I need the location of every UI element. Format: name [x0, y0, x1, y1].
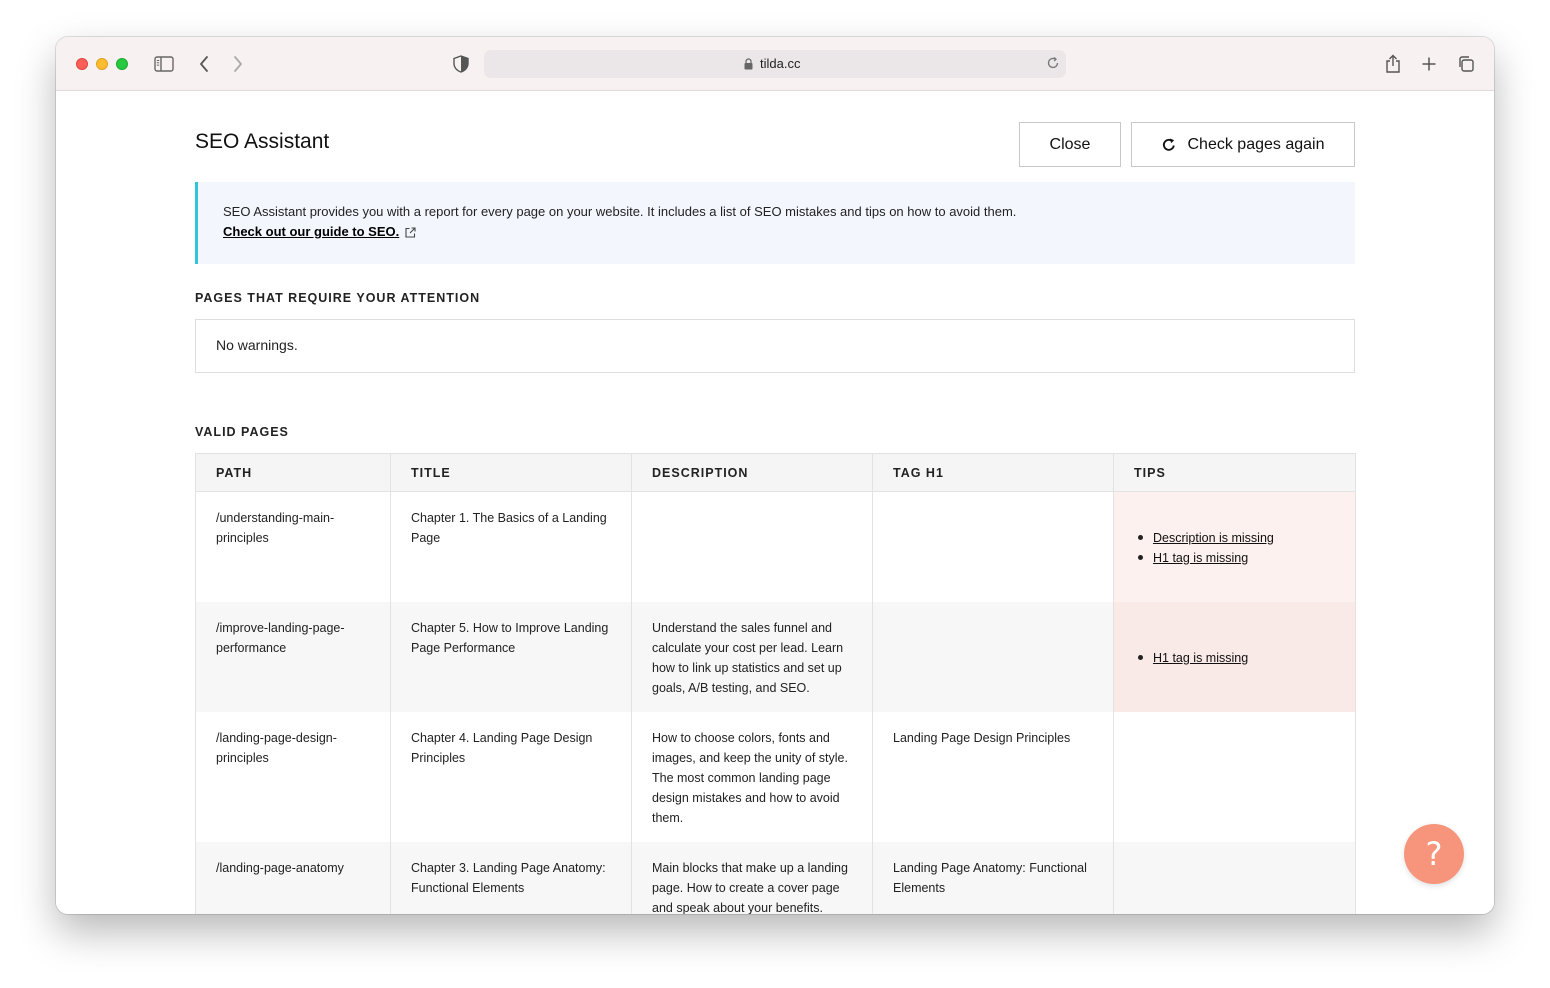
- tips-cell: [1113, 711, 1356, 842]
- attention-section-label: PAGES THAT REQUIRE YOUR ATTENTION: [195, 291, 481, 305]
- browser-toolbar: tilda.cc: [56, 37, 1494, 91]
- path-cell: /landing-page-design-principles: [195, 711, 391, 842]
- back-icon[interactable]: [192, 52, 216, 76]
- table-row: /landing-page-design-principles Chapter …: [195, 711, 1356, 842]
- h1-cell: [872, 601, 1114, 712]
- tab-overview-icon[interactable]: [1454, 52, 1478, 76]
- reload-icon[interactable]: [1046, 56, 1060, 75]
- tip-item: H1 tag is missing: [1138, 548, 1335, 568]
- check-pages-again-label: Check pages again: [1187, 135, 1325, 153]
- h1-cell: Landing Page Anatomy: Functional Element…: [872, 841, 1114, 914]
- page-content: SEO Assistant Close Check pages again SE…: [56, 92, 1494, 914]
- tips-cell: Description is missing H1 tag is missing: [1113, 491, 1356, 602]
- title-cell: Chapter 4. Landing Page Design Principle…: [390, 711, 632, 842]
- valid-pages-section-label: VALID PAGES: [195, 425, 289, 439]
- tips-cell: [1113, 841, 1356, 914]
- address-bar[interactable]: tilda.cc: [484, 50, 1066, 78]
- column-header-tips: TIPS: [1113, 453, 1356, 492]
- seo-guide-link[interactable]: Check out our guide to SEO.: [223, 222, 399, 242]
- column-header-path: PATH: [195, 453, 391, 492]
- close-window-button[interactable]: [76, 58, 88, 70]
- path-cell: /landing-page-anatomy: [195, 841, 391, 914]
- table-row: /landing-page-anatomy Chapter 3. Landing…: [195, 841, 1356, 914]
- tip-link[interactable]: Description is missing: [1153, 528, 1274, 548]
- tip-item: H1 tag is missing: [1138, 648, 1335, 668]
- url-text: tilda.cc: [760, 56, 801, 71]
- title-cell: Chapter 1. The Basics of a Landing Page: [390, 491, 632, 602]
- refresh-icon: [1162, 138, 1175, 151]
- seo-info-banner: SEO Assistant provides you with a report…: [195, 182, 1355, 264]
- tips-cell: H1 tag is missing: [1113, 601, 1356, 712]
- page-title: SEO Assistant: [195, 130, 330, 153]
- table-row: /improve-landing-page-performance Chapte…: [195, 601, 1356, 712]
- tip-link[interactable]: H1 tag is missing: [1153, 548, 1248, 568]
- column-header-title: TITLE: [390, 453, 632, 492]
- minimize-window-button[interactable]: [96, 58, 108, 70]
- warnings-box: No warnings.: [195, 319, 1355, 373]
- help-question-icon: ?: [1425, 835, 1443, 873]
- maximize-window-button[interactable]: [116, 58, 128, 70]
- path-cell: /understanding-main-principles: [195, 491, 391, 602]
- title-cell: Chapter 3. Landing Page Anatomy: Functio…: [390, 841, 632, 914]
- sidebar-toggle-icon[interactable]: [152, 52, 176, 76]
- description-cell: [631, 491, 873, 602]
- close-button[interactable]: Close: [1019, 122, 1121, 167]
- path-cell: /improve-landing-page-performance: [195, 601, 391, 712]
- table-row: /understanding-main-principles Chapter 1…: [195, 491, 1356, 602]
- title-cell: Chapter 5. How to Improve Landing Page P…: [390, 601, 632, 712]
- tip-item: Description is missing: [1138, 528, 1335, 548]
- description-cell: How to choose colors, fonts and images, …: [631, 711, 873, 842]
- external-link-icon: [405, 226, 416, 238]
- lock-icon: [744, 57, 753, 75]
- forward-icon[interactable]: [226, 52, 250, 76]
- valid-pages-table: PATH TITLE DESCRIPTION TAG H1 TIPS /unde…: [195, 453, 1356, 914]
- new-tab-icon[interactable]: [1417, 52, 1441, 76]
- browser-window: tilda.cc SEO Assistant Close Check pages…: [56, 37, 1494, 914]
- no-warnings-text: No warnings.: [216, 337, 298, 353]
- privacy-shield-icon[interactable]: [449, 52, 473, 76]
- column-header-description: DESCRIPTION: [631, 453, 873, 492]
- h1-cell: [872, 491, 1114, 602]
- h1-cell: Landing Page Design Principles: [872, 711, 1114, 842]
- help-button[interactable]: ?: [1404, 824, 1464, 884]
- table-header-row: PATH TITLE DESCRIPTION TAG H1 TIPS: [195, 453, 1356, 492]
- info-text: SEO Assistant provides you with a report…: [223, 204, 1017, 219]
- description-cell: Main blocks that make up a landing page.…: [631, 841, 873, 914]
- tip-link[interactable]: H1 tag is missing: [1153, 648, 1248, 668]
- column-header-tag-h1: TAG H1: [872, 453, 1114, 492]
- description-cell: Understand the sales funnel and calculat…: [631, 601, 873, 712]
- share-icon[interactable]: [1381, 52, 1405, 76]
- check-pages-again-button[interactable]: Check pages again: [1131, 122, 1355, 167]
